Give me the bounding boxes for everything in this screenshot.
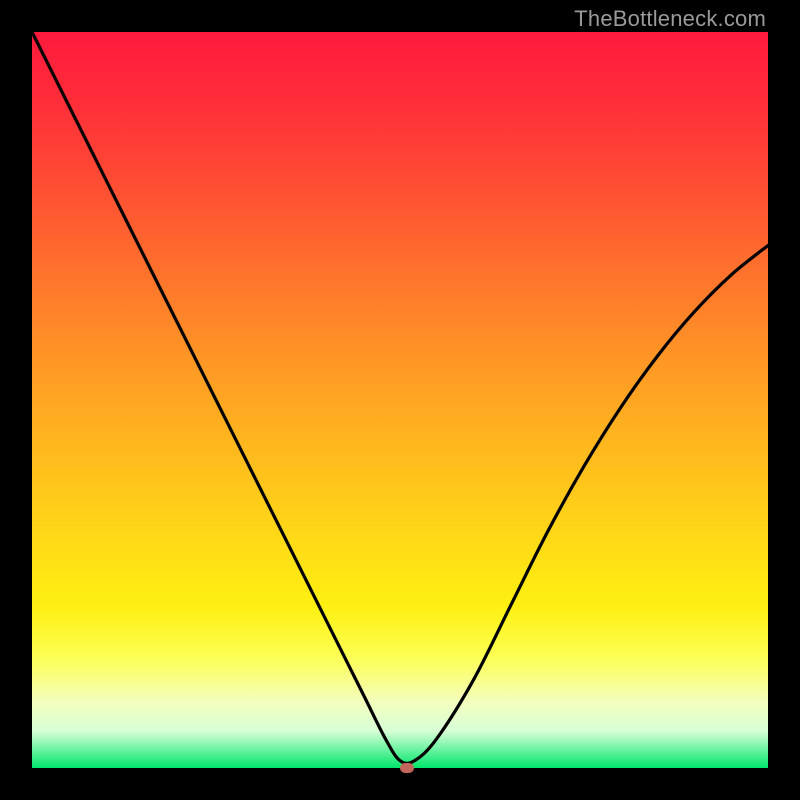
- bottleneck-curve: [32, 32, 768, 763]
- minimum-marker: [400, 763, 414, 773]
- plot-area: [32, 32, 768, 768]
- chart-frame: TheBottleneck.com: [0, 0, 800, 800]
- curve-svg: [32, 32, 768, 768]
- watermark-text: TheBottleneck.com: [574, 6, 766, 32]
